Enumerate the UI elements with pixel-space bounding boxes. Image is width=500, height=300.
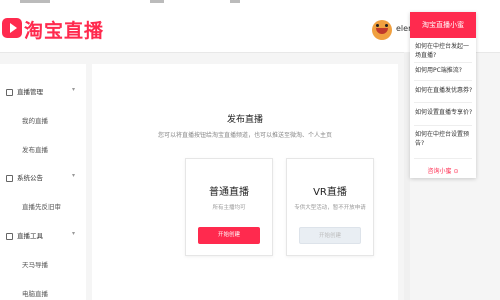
grid-icon [6, 232, 13, 240]
sidebar-item-tianma-director[interactable]: 天马导播 [22, 259, 48, 269]
card-vr-live: VR直播 专供大型活动，暂不开放申请 开始创建 [286, 158, 374, 256]
nav-group-label: 直播管理 [17, 88, 43, 96]
divider [414, 125, 472, 126]
page-title: 发布直播 [226, 115, 263, 125]
card-subtitle: 所有主播均可 [212, 205, 246, 211]
top-strip-mark [230, 0, 240, 3]
divider [414, 62, 472, 63]
sidebar-item-announcement[interactable]: 直播先反旧审 [22, 201, 61, 211]
sidebar-item-my-live[interactable]: 我的直播 [22, 115, 48, 125]
top-strip-mark [20, 0, 50, 3]
nav-group-live-tools[interactable]: 直播工具 ▾ [6, 230, 75, 240]
nav-group-announcements[interactable]: 系统公告 ▾ [6, 172, 75, 182]
chevron-down-icon: ▾ [72, 230, 76, 237]
divider [414, 158, 472, 159]
sidebar-item-pc-live[interactable]: 电脑直播 [22, 288, 48, 298]
chevron-down-icon: ▾ [72, 86, 76, 93]
live-management-icon [6, 88, 13, 96]
logo-text[interactable]: 淘宝直播 [24, 16, 104, 43]
help-question-link[interactable]: 如何用PC端推流? [415, 66, 473, 75]
nav-group-live-management[interactable]: 直播管理 ▾ [6, 86, 75, 96]
card-title: VR直播 [313, 187, 347, 198]
main-content: 发布直播 您可以将直播按钮给淘宝直播频道，也可以推送至微淘、个人主页 普通直播 … [92, 64, 398, 300]
top-strip-mark [150, 0, 164, 3]
page-description: 您可以将直播按钮给淘宝直播频道，也可以推送至微淘、个人主页 [157, 132, 332, 139]
announcement-icon [6, 174, 13, 182]
user-avatar[interactable] [372, 20, 392, 40]
create-vr-live-button[interactable]: 开始创建 [299, 227, 361, 244]
nav-group-label: 系统公告 [17, 174, 43, 182]
help-assistant-panel: 淘宝直播小蜜 如何在中控台发起一场直播? 如何用PC端推流? 如何在直播发优惠券… [410, 12, 476, 178]
sidebar-item-publish-live[interactable]: 发布直播 [22, 144, 48, 154]
nav-group-label: 直播工具 [17, 232, 43, 240]
sidebar: 直播管理 ▾ 我的直播 发布直播 系统公告 ▾ 直播先反旧审 直播工具 ▾ 天马… [0, 64, 86, 300]
card-title: 普通直播 [209, 187, 249, 198]
chevron-down-icon: ▾ [72, 172, 76, 179]
help-question-link[interactable]: 如何在直播发优惠券? [415, 86, 473, 95]
help-question-link[interactable]: 如何在中控台发起一场直播? [415, 42, 473, 60]
card-subtitle: 专供大型活动，暂不开放申请 [294, 205, 366, 211]
help-question-link[interactable]: 如何在中控台设置预告? [415, 130, 473, 148]
create-normal-live-button[interactable]: 开始创建 [198, 227, 260, 244]
ask-assistant-link[interactable]: 咨询小蜜 ⊙ [410, 166, 476, 175]
card-normal-live: 普通直播 所有主播均可 开始创建 [185, 158, 273, 256]
help-panel-title[interactable]: 淘宝直播小蜜 [410, 12, 476, 38]
divider [414, 80, 472, 81]
divider [414, 102, 472, 103]
help-question-link[interactable]: 如何设置直播专享价? [415, 108, 473, 117]
taobao-live-logo-icon[interactable] [2, 18, 22, 38]
